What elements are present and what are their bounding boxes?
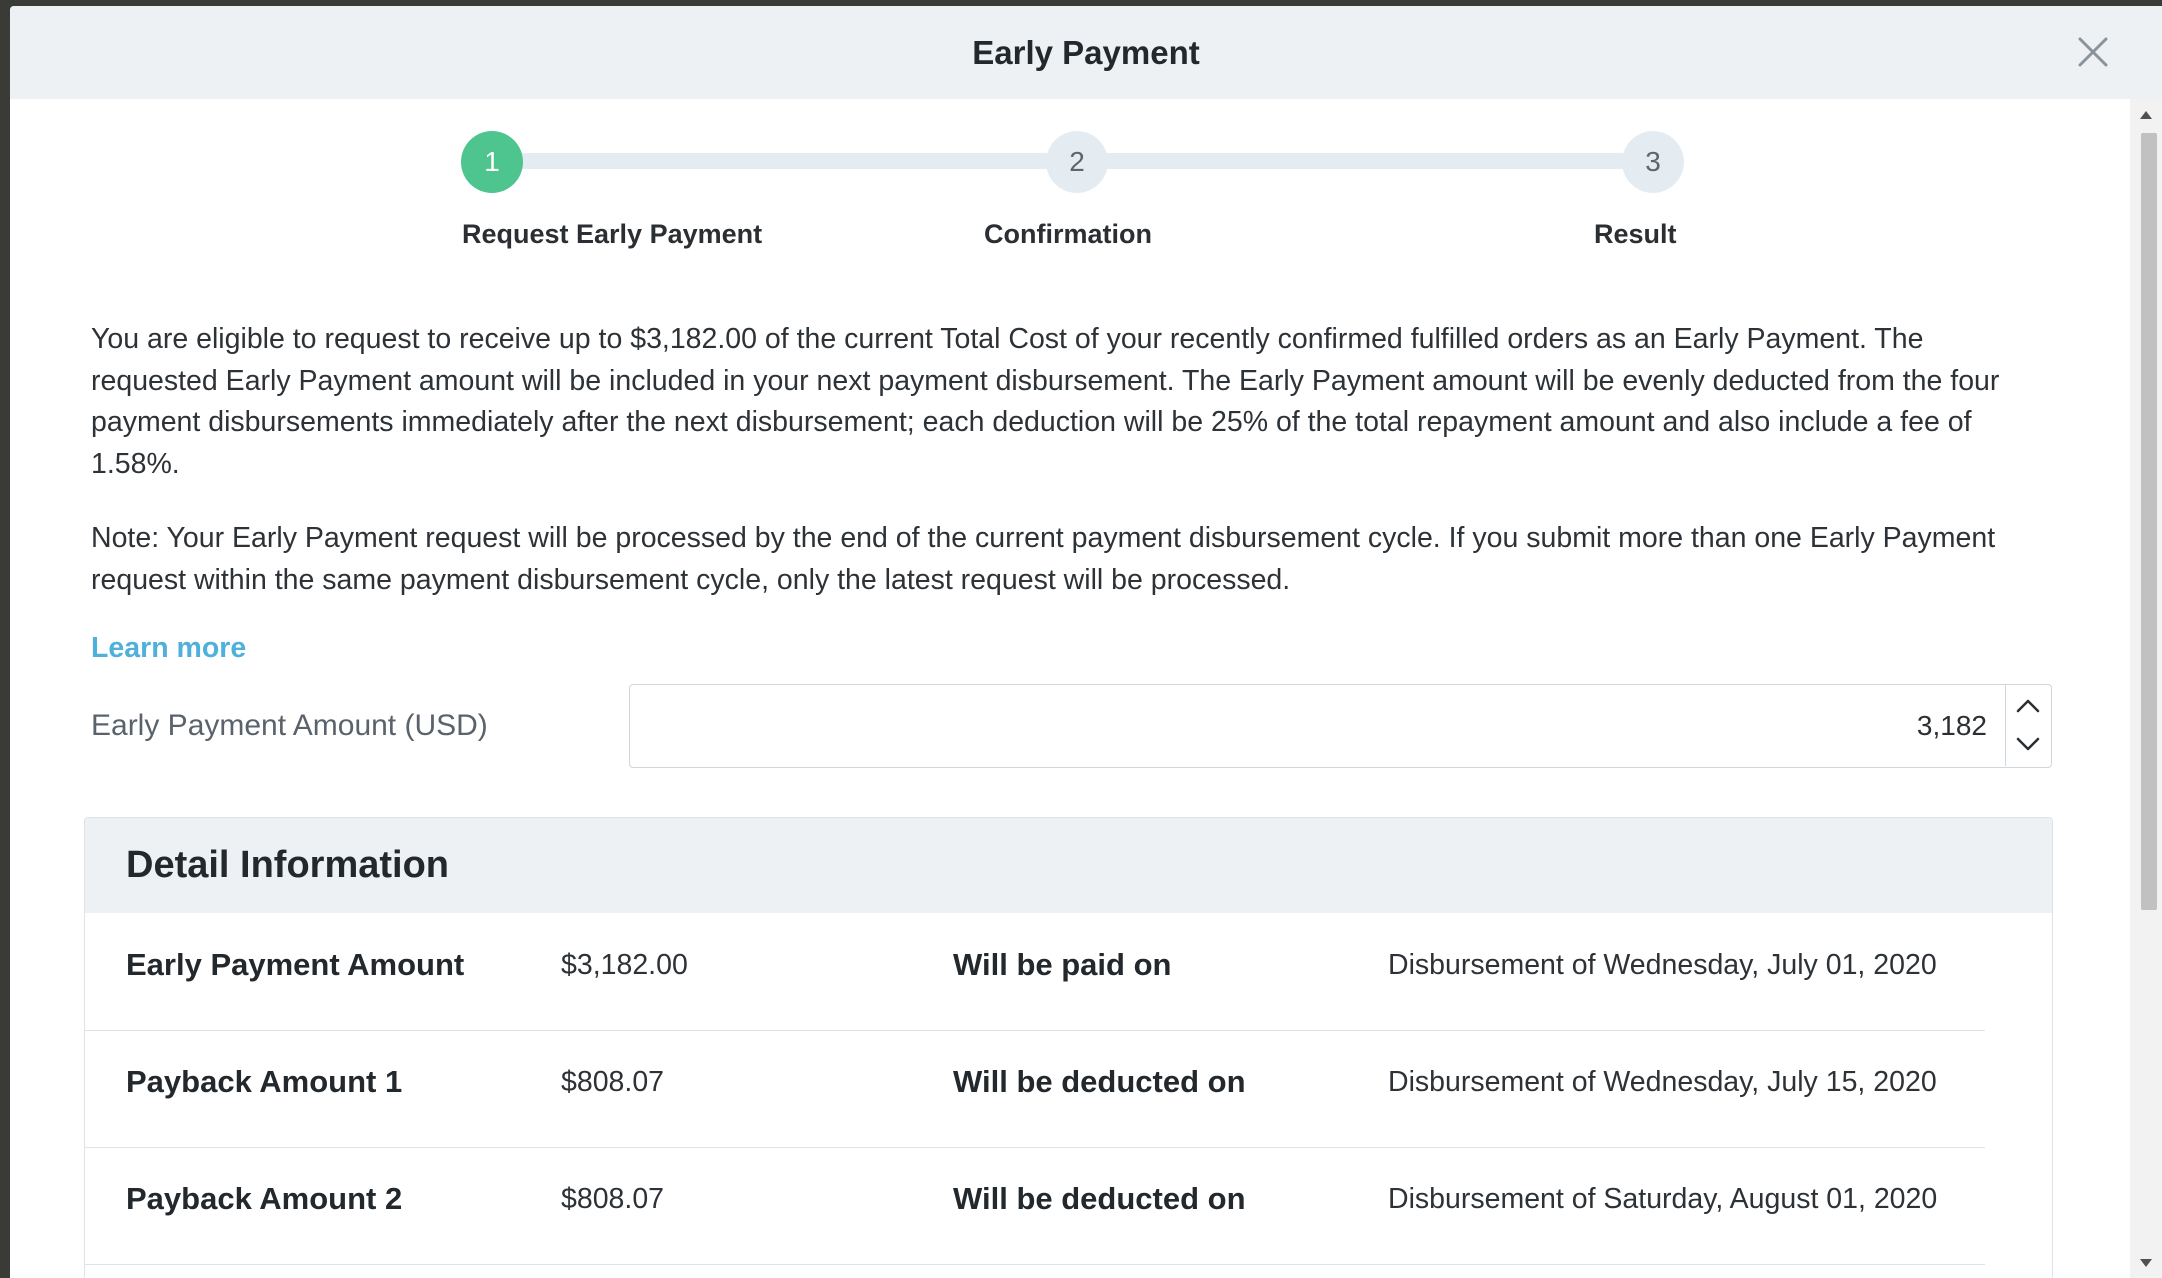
decrement-button[interactable] xyxy=(2006,725,2050,765)
vertical-scrollbar[interactable] xyxy=(2130,99,2162,1278)
detail-row: Payback Amount 2 $808.07 Will be deducte… xyxy=(85,1147,1985,1265)
chevron-down-icon xyxy=(2016,737,2040,751)
step-2-circle: 2 xyxy=(1046,131,1108,193)
detail-information-card: Detail Information Early Payment Amount … xyxy=(84,817,2053,1278)
scroll-up-arrow-icon[interactable] xyxy=(2138,109,2154,121)
step-3-circle: 3 xyxy=(1622,131,1684,193)
early-payment-amount-input[interactable] xyxy=(630,685,2005,766)
note-paragraph: Note: Your Early Payment request will be… xyxy=(91,522,1996,596)
row-label: Early Payment Amount xyxy=(126,947,465,982)
detail-header: Detail Information xyxy=(85,818,2052,913)
step-2-label: Confirmation xyxy=(984,219,1152,249)
row-date: Disbursement of Wednesday, July 01, 2020 xyxy=(1388,949,1937,981)
chevron-up-icon xyxy=(2016,699,2040,713)
early-payment-modal: Early Payment 1 2 3 Request Early Paymen… xyxy=(10,6,2162,1278)
step-connector xyxy=(1069,153,1679,169)
modal-header: Early Payment xyxy=(10,6,2162,99)
detail-title: Detail Information xyxy=(126,844,450,886)
learn-more-link[interactable]: Learn more xyxy=(91,632,246,665)
row-date: Disbursement of Wednesday, July 15, 2020 xyxy=(1388,1066,1937,1098)
detail-row: Payback Amount 1 $808.07 Will be deducte… xyxy=(85,1030,1985,1148)
close-button[interactable] xyxy=(2072,31,2114,73)
amount-field xyxy=(629,684,2052,768)
row-value: $3,182.00 xyxy=(561,949,688,981)
row-value: $808.07 xyxy=(561,1183,665,1215)
increment-button[interactable] xyxy=(2006,685,2050,725)
row-when-label: Will be deducted on xyxy=(953,1181,1246,1216)
row-when-label: Will be deducted on xyxy=(953,1064,1246,1099)
row-date: Disbursement of Saturday, August 01, 202… xyxy=(1388,1183,1938,1215)
eligibility-paragraph: You are eligible to request to receive u… xyxy=(91,323,2000,480)
step-3-label: Result xyxy=(1594,219,1677,249)
amount-stepper xyxy=(2005,685,2051,766)
row-label: Payback Amount 2 xyxy=(126,1181,403,1216)
row-when-label: Will be paid on xyxy=(953,947,1172,982)
row-label: Payback Amount 1 xyxy=(126,1064,403,1099)
step-1-label: Request Early Payment xyxy=(462,219,763,249)
row-value: $808.07 xyxy=(561,1066,665,1098)
scrollbar-thumb[interactable] xyxy=(2141,133,2157,910)
close-icon xyxy=(2078,37,2108,67)
modal-title: Early Payment xyxy=(972,34,1200,71)
step-connector xyxy=(501,153,1106,169)
detail-row: Early Payment Amount $3,182.00 Will be p… xyxy=(85,913,1985,1031)
amount-field-label: Early Payment Amount (USD) xyxy=(91,709,488,742)
scroll-down-arrow-icon[interactable] xyxy=(2138,1257,2154,1269)
modal-body: 1 2 3 Request Early Payment Confirmation… xyxy=(10,99,2130,1278)
step-1-circle: 1 xyxy=(461,131,523,193)
